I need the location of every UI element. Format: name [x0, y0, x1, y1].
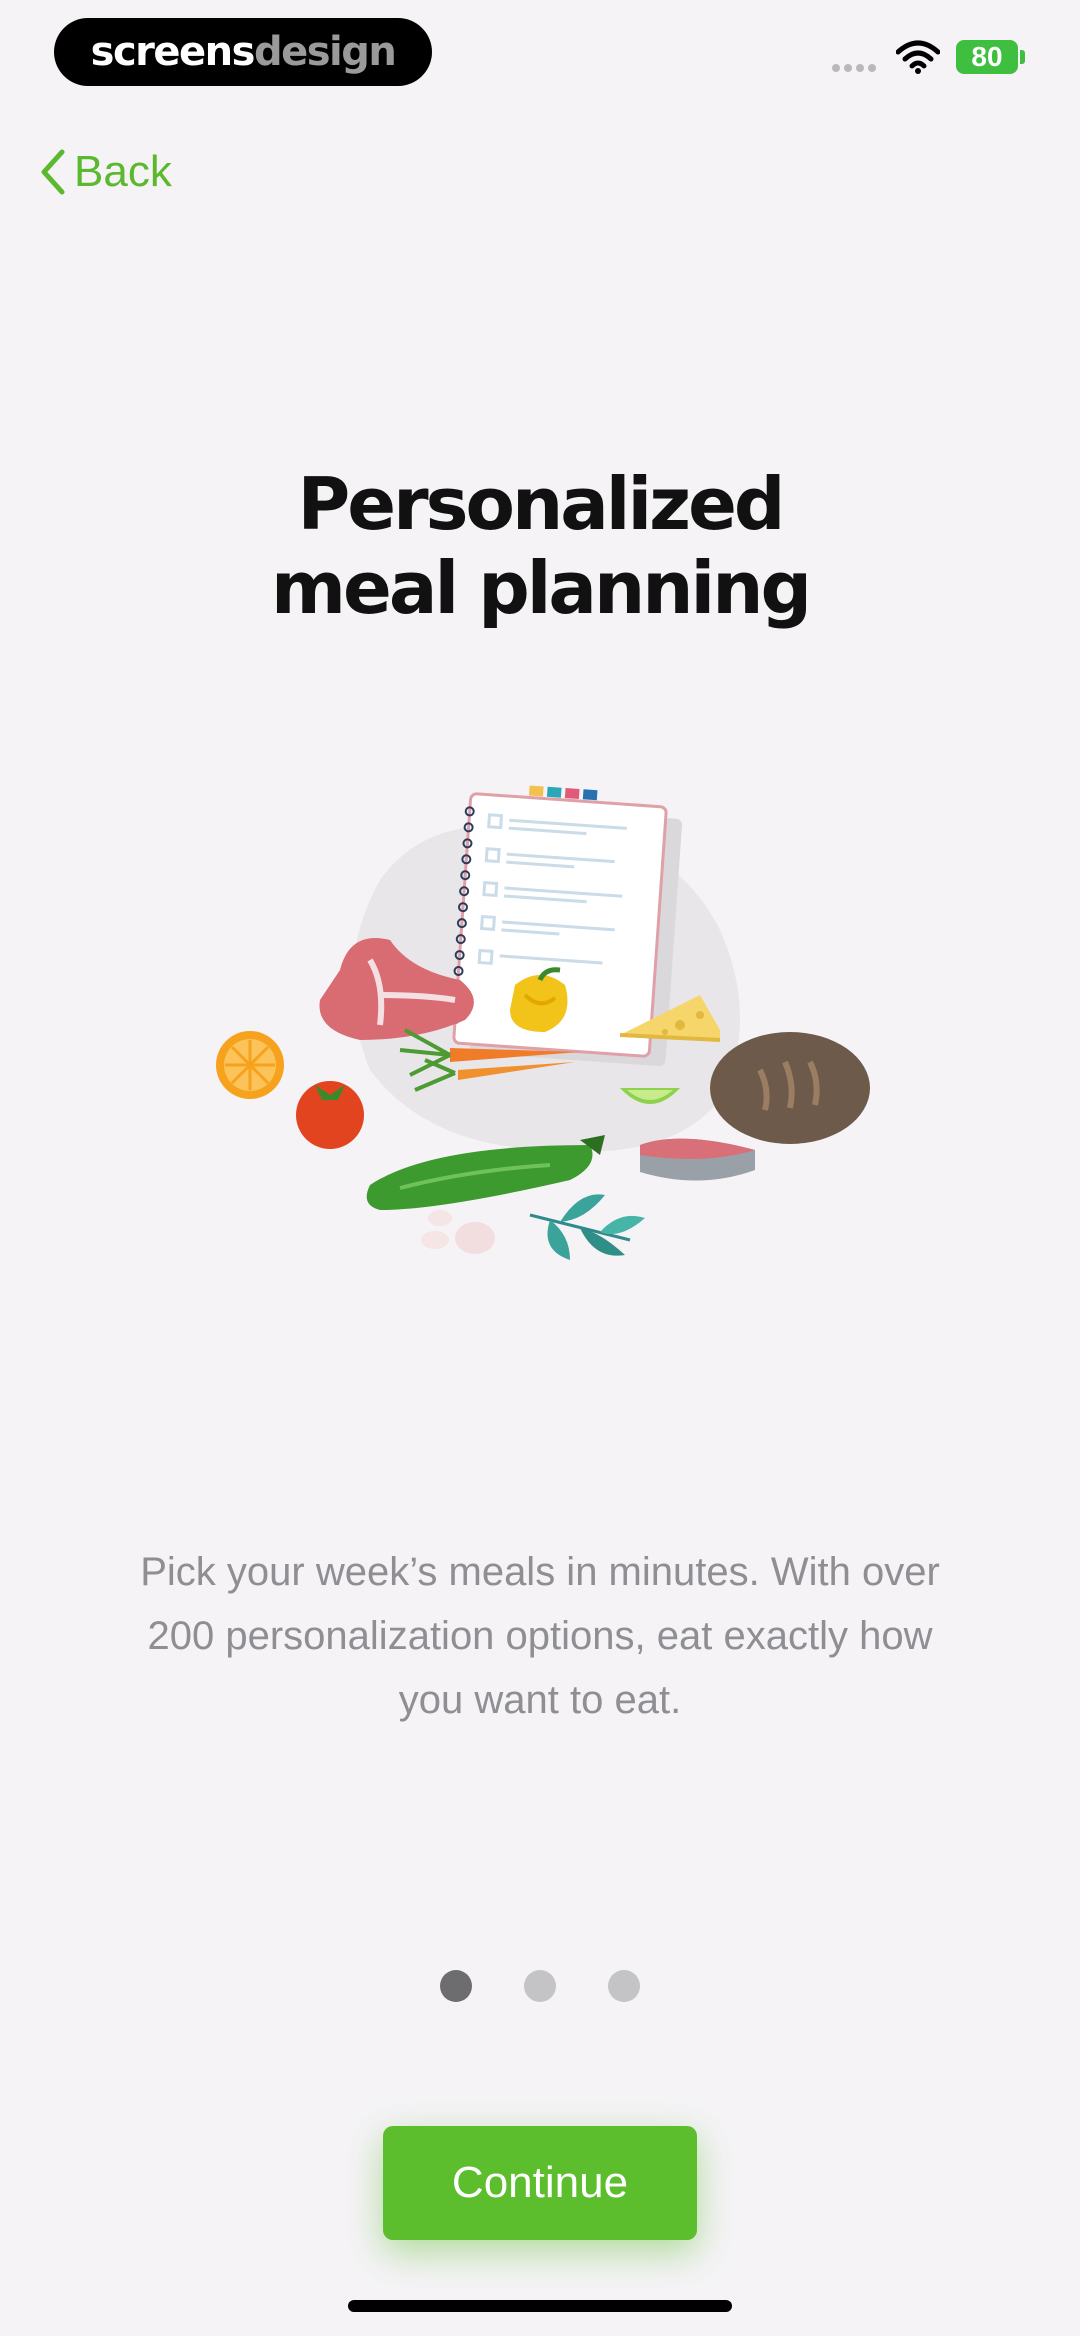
continue-button[interactable]: Continue	[383, 2126, 697, 2240]
chevron-left-icon	[41, 149, 65, 195]
battery-tip	[1020, 50, 1025, 64]
meal-planning-illustration	[216, 785, 870, 1260]
page-dot-3[interactable]	[608, 1970, 640, 2002]
garlic-icon	[421, 1210, 495, 1254]
page-dot-1[interactable]	[440, 1970, 472, 2002]
orange-icon	[216, 1031, 284, 1099]
home-indicator[interactable]	[348, 2300, 732, 2312]
brand-text-screens: screens	[90, 29, 256, 75]
salmon-icon	[640, 1138, 755, 1181]
title-line-2: meal planning	[271, 546, 812, 630]
battery-level: 80	[971, 41, 1003, 72]
description-text: Pick your week’s meals in minutes. With …	[140, 1550, 940, 1722]
brand-watermark: screens design	[54, 18, 432, 86]
page-indicator	[0, 1970, 1080, 2002]
back-button[interactable]: Back	[38, 144, 172, 200]
herb-icon	[529, 1194, 645, 1260]
continue-label: Continue	[451, 2158, 629, 2207]
back-label: Back	[74, 147, 172, 196]
bread-icon	[710, 1032, 870, 1144]
battery-icon: 80	[956, 40, 1018, 74]
status-bar: screens design 80	[0, 0, 1080, 110]
page-dot-2[interactable]	[524, 1970, 556, 2002]
zucchini-icon	[366, 1135, 605, 1210]
page-title: Personalized meal planning	[0, 462, 1080, 630]
brand-text-design: design	[253, 29, 397, 75]
tomato-icon	[296, 1081, 364, 1149]
signal-dots-icon	[832, 64, 876, 72]
wifi-icon	[896, 40, 940, 74]
title-line-1: Personalized	[297, 462, 786, 546]
